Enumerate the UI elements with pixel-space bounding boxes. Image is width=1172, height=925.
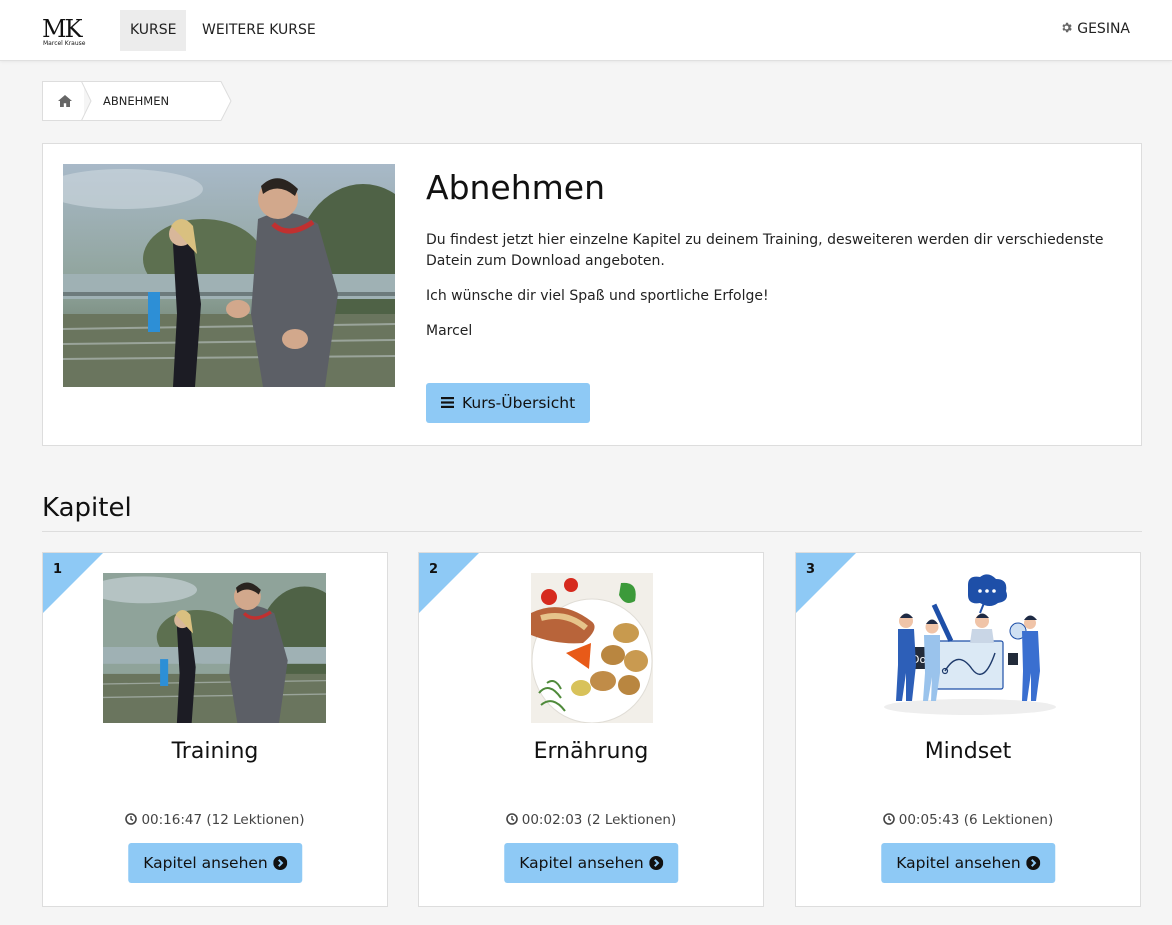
chapter-title: Mindset [924, 739, 1012, 764]
nav-item-kurse[interactable]: KURSE [120, 10, 186, 51]
chapters-heading: Kapitel [42, 493, 132, 523]
logo-subtext: Marcel Krause [43, 40, 86, 47]
logo-mark: MK [42, 15, 82, 43]
breadcrumb-label: ABNEHMEN [103, 94, 170, 108]
clock-icon [125, 811, 138, 825]
chapter-card: 1 Training 00:16:47 (12 Lektionen) Kapit… [42, 552, 388, 907]
chapter-lesson-count: (6 Lektionen) [963, 812, 1054, 828]
nav-item-weitere-kurse[interactable]: WEITERE KURSE [192, 10, 326, 51]
chapter-duration: 00:02:03 [521, 812, 583, 828]
course-description: Du findest jetzt hier einzelne Kapitel z… [426, 230, 1116, 356]
brand-logo[interactable]: MK Marcel Krause [42, 17, 96, 49]
chapter-number-ribbon [43, 553, 103, 613]
course-overview-button[interactable]: Kurs-Übersicht [426, 383, 591, 423]
view-chapter-label: Kapitel ansehen [896, 854, 1021, 872]
view-chapter-button[interactable]: Kapitel ansehen [128, 843, 302, 883]
arrow-circle-right-icon [1025, 845, 1040, 870]
chapter-lesson-count: (12 Lektionen) [206, 812, 305, 828]
chapter-number: 2 [429, 562, 439, 577]
course-title: Abnehmen [426, 168, 606, 207]
chapter-meta: 00:02:03 (2 Lektionen) [419, 810, 763, 830]
gear-icon [1060, 20, 1073, 33]
breadcrumb-home[interactable] [42, 81, 84, 121]
view-chapter-button[interactable]: Kapitel ansehen [504, 843, 678, 883]
course-signature: Marcel [426, 323, 473, 339]
chapter-image[interactable]: Do! [880, 573, 1058, 718]
section-divider [42, 531, 1142, 532]
list-icon [441, 383, 454, 408]
course-description-paragraph: Ich wünsche dir viel Spaß und sportliche… [426, 288, 769, 304]
chapter-number: 3 [806, 562, 816, 577]
breadcrumb-current[interactable]: ABNEHMEN [81, 81, 232, 121]
course-description-paragraph: Du findest jetzt hier einzelne Kapitel z… [426, 232, 1104, 269]
clock-icon [882, 811, 895, 825]
chapter-meta: 00:16:47 (12 Lektionen) [43, 810, 387, 830]
chapter-number-ribbon [419, 553, 479, 613]
course-intro-panel: Abnehmen Du findest jetzt hier einzelne … [42, 143, 1142, 446]
chapter-image[interactable] [531, 573, 653, 723]
chapter-duration: 00:16:47 [141, 812, 203, 828]
user-menu[interactable]: GESINA [1060, 19, 1130, 39]
view-chapter-button[interactable]: Kapitel ansehen [881, 843, 1055, 883]
chapter-duration: 00:05:43 [898, 812, 960, 828]
home-icon [58, 95, 72, 107]
chapter-number: 1 [53, 562, 63, 577]
top-navbar: MK Marcel Krause KURSE WEITERE KURSE GES… [0, 0, 1172, 61]
chapter-card: 2 Ernährung 00:02:03 (2 Lektionen) Kapit… [418, 552, 764, 907]
arrow-circle-right-icon [272, 845, 287, 870]
view-chapter-label: Kapitel ansehen [519, 854, 644, 872]
user-name: GESINA [1077, 21, 1130, 37]
clock-icon [505, 811, 518, 825]
chapter-title: Training [171, 739, 259, 764]
view-chapter-label: Kapitel ansehen [143, 854, 268, 872]
chapter-meta: 00:05:43 (6 Lektionen) [796, 810, 1140, 830]
course-overview-label: Kurs-Übersicht [462, 394, 576, 412]
arrow-circle-right-icon [648, 845, 663, 870]
chapter-number-ribbon [796, 553, 856, 613]
chapter-card: 3 Do! Mindset 00:05:43 (6 Lektionen) Kap… [795, 552, 1141, 907]
chapter-title: Ernährung [533, 739, 649, 764]
chapter-lesson-count: (2 Lektionen) [586, 812, 677, 828]
chapter-image[interactable] [103, 573, 326, 723]
course-cover-image [63, 164, 395, 387]
